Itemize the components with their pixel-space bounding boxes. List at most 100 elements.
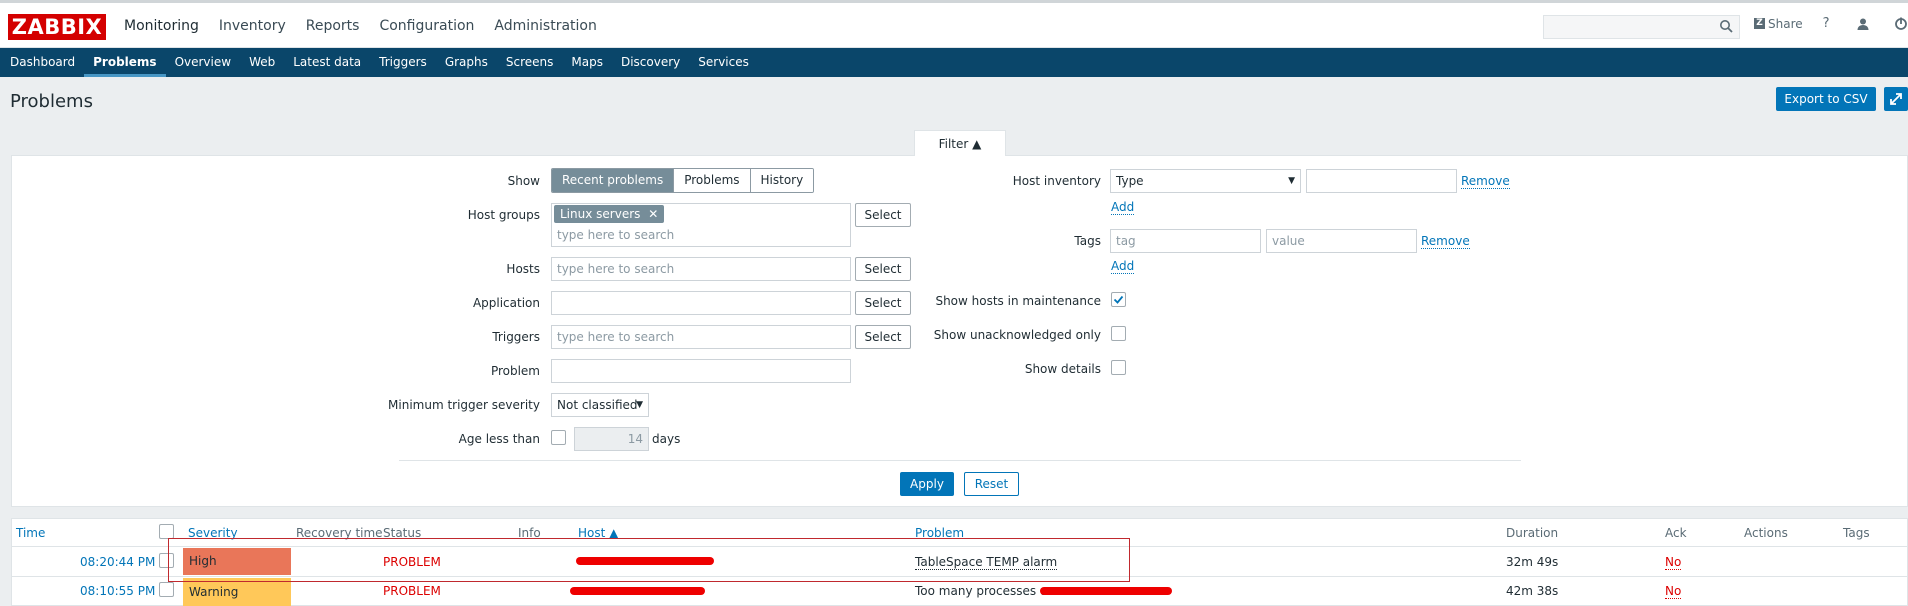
share-label: Share [1768, 16, 1803, 31]
row-time[interactable]: 08:10:55 PM [80, 584, 155, 598]
age-checkbox[interactable] [551, 430, 566, 445]
hosts-select-button[interactable]: Select [855, 257, 911, 281]
age-input[interactable]: 14 [574, 427, 649, 451]
min-severity-label: Minimum trigger severity [388, 398, 540, 412]
row-problem[interactable]: Too many processes o [915, 584, 1047, 598]
host-groups-select-button[interactable]: Select [855, 203, 911, 227]
triggers-input[interactable]: type here to search [551, 325, 851, 349]
share-icon: Z [1754, 18, 1765, 29]
host-group-chip: Linux servers ✕ [554, 205, 665, 223]
age-unit: days [652, 432, 681, 446]
highlight-annotation [168, 538, 1130, 582]
help-icon[interactable]: ? [1823, 16, 1830, 31]
global-search-input[interactable] [1543, 15, 1740, 39]
top-menu-administration[interactable]: Administration [484, 3, 606, 48]
show-unack-label: Show unacknowledged only [933, 328, 1101, 342]
subnav-discovery[interactable]: Discovery [612, 48, 689, 77]
show-details-checkbox[interactable] [1111, 360, 1126, 375]
host-groups-placeholder: type here to search [557, 228, 675, 242]
share-link[interactable]: Z Share [1754, 17, 1803, 31]
problem-input[interactable] [551, 359, 851, 383]
problem-label: Problem [490, 364, 540, 378]
show-maintenance-checkbox[interactable] [1111, 292, 1126, 307]
show-recent-problems[interactable]: Recent problems [552, 169, 674, 192]
reset-button[interactable]: Reset [964, 472, 1019, 496]
inventory-value-input[interactable] [1306, 169, 1457, 193]
top-menu-reports[interactable]: Reports [296, 3, 370, 48]
top-menu-monitoring[interactable]: Monitoring [114, 3, 209, 48]
hosts-label: Hosts [506, 262, 540, 276]
tags-remove-link[interactable]: Remove [1421, 234, 1470, 249]
sign-out-icon[interactable] [1894, 17, 1908, 31]
host-inventory-label: Host inventory [1012, 174, 1101, 188]
show-history[interactable]: History [749, 169, 814, 192]
col-ack: Ack [1665, 526, 1687, 540]
row-status: PROBLEM [383, 584, 441, 598]
hosts-input[interactable]: type here to search [551, 257, 851, 281]
show-label: Show [507, 174, 540, 188]
subnav-triggers[interactable]: Triggers [370, 48, 436, 77]
search-icon[interactable] [1719, 19, 1733, 33]
host-groups-label: Host groups [467, 208, 540, 222]
top-menu: Monitoring Inventory Reports Configurati… [114, 3, 607, 48]
checkmark-icon [1113, 295, 1124, 304]
show-maintenance-label: Show hosts in maintenance [935, 294, 1101, 308]
col-time[interactable]: Time [16, 526, 45, 540]
show-unack-checkbox[interactable] [1111, 326, 1126, 341]
page-title: Problems [10, 91, 93, 112]
inventory-add-link[interactable]: Add [1111, 200, 1135, 215]
subnav-maps[interactable]: Maps [562, 48, 612, 77]
application-label: Application [472, 296, 540, 310]
row-duration[interactable]: 32m 49s [1506, 555, 1558, 569]
subnav-latest-data[interactable]: Latest data [284, 48, 370, 77]
redacted-problem-text [1040, 587, 1172, 595]
tags-add-link[interactable]: Add [1111, 259, 1135, 274]
select-all-checkbox[interactable] [159, 524, 174, 539]
subnav-overview[interactable]: Overview [166, 48, 241, 77]
col-tags: Tags [1843, 526, 1870, 540]
top-menu-configuration[interactable]: Configuration [369, 3, 484, 48]
subnav-problems[interactable]: Problems [84, 48, 166, 77]
sub-navigation: Dashboard Problems Overview Web Latest d… [0, 48, 1908, 77]
min-severity-select[interactable]: Not classified ▼ [551, 393, 649, 417]
remove-chip-icon[interactable]: ✕ [648, 207, 658, 221]
fullscreen-button[interactable] [1884, 87, 1908, 111]
redacted-host[interactable] [570, 587, 705, 595]
subnav-dashboard[interactable]: Dashboard [1, 48, 84, 77]
subnav-screens[interactable]: Screens [497, 48, 563, 77]
row-checkbox[interactable] [159, 582, 174, 597]
application-input[interactable] [551, 291, 851, 315]
dropdown-arrow-icon: ▼ [636, 400, 643, 410]
user-profile-icon[interactable] [1856, 17, 1870, 31]
row-ack[interactable]: No [1665, 555, 1682, 570]
severity-badge: Warning [183, 578, 291, 606]
row-time[interactable]: 08:20:44 PM [80, 555, 155, 569]
show-segmented-control: Recent problems Problems History [551, 168, 815, 193]
filter-divider [399, 460, 1521, 461]
row-ack[interactable]: No [1665, 584, 1682, 599]
host-group-chip-label: Linux servers [560, 207, 641, 221]
tag-input[interactable]: tag [1110, 229, 1261, 253]
col-actions: Actions [1744, 526, 1788, 540]
tag-value-input[interactable]: value [1266, 229, 1417, 253]
subnav-graphs[interactable]: Graphs [436, 48, 497, 77]
export-csv-button[interactable]: Export to CSV [1776, 87, 1876, 111]
subnav-web[interactable]: Web [240, 48, 284, 77]
apply-button[interactable]: Apply [900, 472, 954, 496]
inventory-type-select[interactable]: Type ▼ [1110, 169, 1301, 193]
show-details-label: Show details [1024, 362, 1101, 376]
zabbix-logo[interactable]: ZABBIX [8, 14, 106, 40]
subnav-services[interactable]: Services [689, 48, 758, 77]
col-duration: Duration [1506, 526, 1559, 540]
inventory-type-value: Type [1116, 174, 1144, 188]
fullscreen-icon [1890, 93, 1902, 105]
row-duration[interactable]: 42m 38s [1506, 584, 1558, 598]
show-problems[interactable]: Problems [673, 169, 750, 192]
tags-label: Tags [1074, 234, 1101, 248]
inventory-remove-link[interactable]: Remove [1461, 174, 1510, 189]
dropdown-arrow-icon: ▼ [1288, 176, 1295, 186]
top-menu-inventory[interactable]: Inventory [209, 3, 296, 48]
age-label: Age less than [458, 432, 540, 446]
filter-tab[interactable]: Filter ▲ [914, 130, 1006, 156]
min-severity-value: Not classified [557, 398, 638, 412]
